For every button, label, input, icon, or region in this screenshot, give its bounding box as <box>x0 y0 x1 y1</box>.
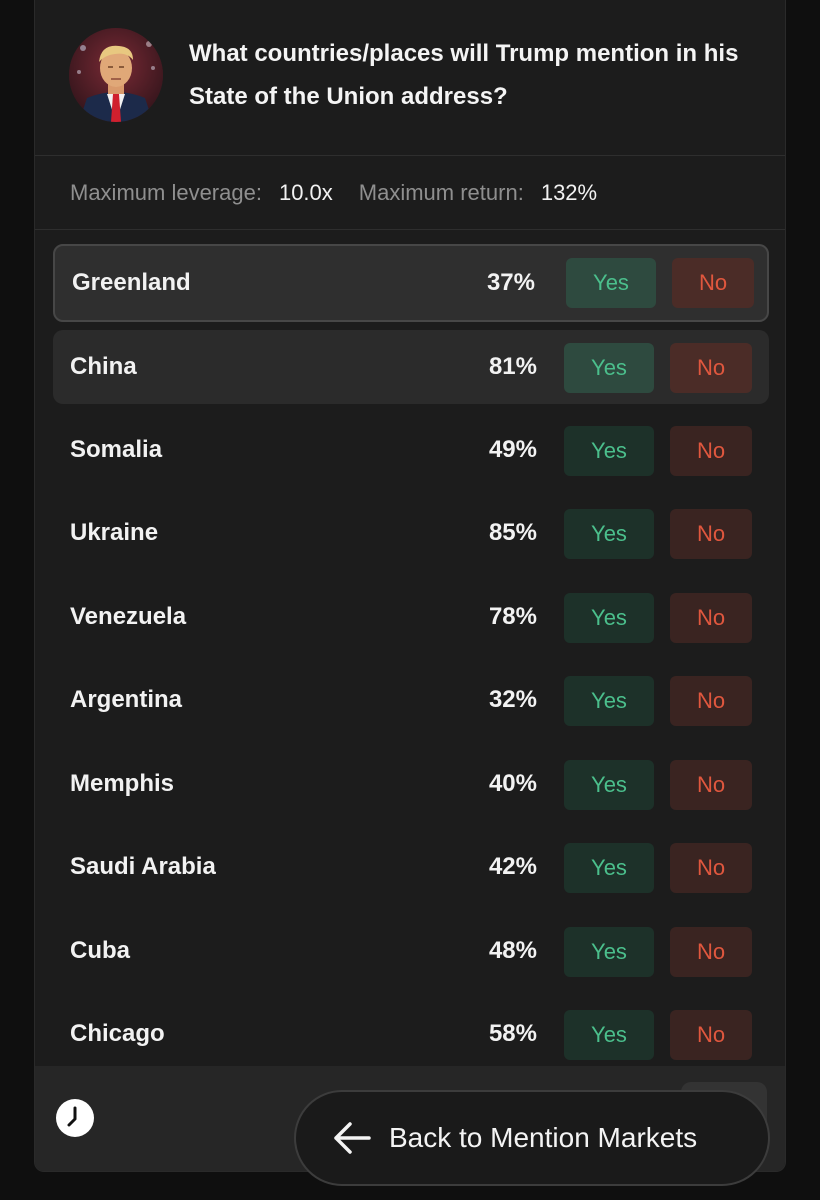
outcome-name: Cuba <box>70 937 130 964</box>
market-stats: Maximum leverage: 10.0x Maximum return: … <box>35 156 785 230</box>
no-button[interactable]: No <box>670 593 752 643</box>
outcome-name: Ukraine <box>70 519 159 546</box>
outcome-row[interactable]: Somalia 49% Yes No <box>53 413 769 487</box>
outcome-name: Venezuela <box>70 603 187 630</box>
yes-button[interactable]: Yes <box>564 927 654 977</box>
outcome-row[interactable]: Greenland 37% Yes No <box>53 244 769 322</box>
no-button[interactable]: No <box>670 426 752 476</box>
outcome-name: Somalia <box>70 436 163 463</box>
outcome-probability: 81% <box>488 353 537 380</box>
max-leverage-label: Maximum leverage: <box>70 179 262 205</box>
outcome-probability: 49% <box>488 436 537 463</box>
outcome-probability: 58% <box>488 1020 537 1047</box>
yes-button[interactable]: Yes <box>564 509 654 559</box>
outcome-name: Greenland <box>72 269 191 296</box>
outcome-probability: 85% <box>488 519 537 546</box>
clock-icon[interactable] <box>55 1098 95 1138</box>
outcome-name: Chicago <box>70 1020 165 1047</box>
trump-portrait-icon <box>69 28 163 122</box>
no-button[interactable]: No <box>670 760 752 810</box>
outcome-probability: 78% <box>488 603 537 630</box>
outcome-row[interactable]: China 81% Yes No <box>53 330 769 404</box>
yes-button[interactable]: Yes <box>564 760 654 810</box>
yes-button[interactable]: Yes <box>564 676 654 726</box>
outcome-name: Argentina <box>70 686 183 713</box>
max-leverage-value: 10.0x <box>278 179 333 205</box>
no-button[interactable]: No <box>670 1010 752 1060</box>
market-avatar <box>69 28 163 122</box>
yes-button[interactable]: Yes <box>564 1010 654 1060</box>
no-button[interactable]: No <box>670 843 752 893</box>
outcome-row[interactable]: Cuba 48% Yes No <box>53 914 769 988</box>
yes-button[interactable]: Yes <box>564 843 654 893</box>
no-button[interactable]: No <box>670 509 752 559</box>
outcome-list: Greenland 37% Yes No China 81% Yes No So… <box>35 230 785 1066</box>
outcome-probability: 32% <box>488 686 537 713</box>
back-to-mention-markets-button[interactable]: Back to Mention Markets <box>294 1090 770 1186</box>
outcome-probability: 48% <box>488 937 537 964</box>
no-button[interactable]: No <box>672 258 754 308</box>
outcome-name: Memphis <box>70 770 175 797</box>
outcome-name: Saudi Arabia <box>70 853 216 880</box>
outcome-row[interactable]: Chicago 58% Yes No <box>53 997 769 1071</box>
no-button[interactable]: No <box>670 343 752 393</box>
market-card: What countries/places will Trump mention… <box>34 0 786 1172</box>
market-header: What countries/places will Trump mention… <box>35 0 785 156</box>
no-button[interactable]: No <box>670 927 752 977</box>
arrow-left-icon <box>334 1122 371 1154</box>
max-return-value: 132% <box>540 179 598 205</box>
yes-button[interactable]: Yes <box>564 593 654 643</box>
market-title: What countries/places will Trump mention… <box>189 40 739 110</box>
outcome-row[interactable]: Memphis 40% Yes No <box>53 747 769 821</box>
outcome-row[interactable]: Saudi Arabia 42% Yes No <box>53 830 769 904</box>
max-return-label: Maximum return: <box>358 179 524 205</box>
outcome-probability: 40% <box>488 770 537 797</box>
outcome-row[interactable]: Venezuela 78% Yes No <box>53 580 769 654</box>
outcome-probability: 42% <box>488 853 537 880</box>
yes-button[interactable]: Yes <box>564 426 654 476</box>
back-button-label: Back to Mention Markets <box>389 1122 698 1153</box>
outcome-name: China <box>70 353 137 380</box>
yes-button[interactable]: Yes <box>564 343 654 393</box>
outcome-row[interactable]: Argentina 32% Yes No <box>53 663 769 737</box>
outcome-probability: 37% <box>486 269 535 296</box>
no-button[interactable]: No <box>670 676 752 726</box>
outcome-row[interactable]: Ukraine 85% Yes No <box>53 496 769 570</box>
yes-button[interactable]: Yes <box>566 258 656 308</box>
